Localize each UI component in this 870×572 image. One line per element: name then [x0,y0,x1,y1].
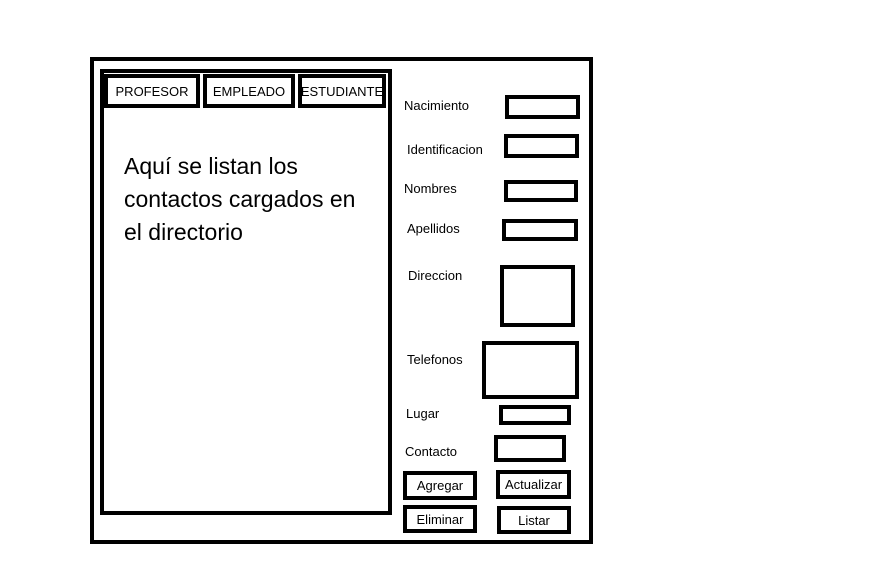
agregar-button[interactable]: Agregar [403,471,477,500]
lugar-label: Lugar [406,406,440,421]
tab-empleado[interactable]: EMPLEADO [203,74,295,108]
eliminar-button[interactable]: Eliminar [403,505,477,533]
tab-profesor[interactable]: PROFESOR [104,74,200,108]
contact-list-panel [100,69,392,515]
apellidos-field[interactable] [502,219,578,241]
identificacion-field[interactable] [504,134,579,158]
direccion-field[interactable] [500,265,575,327]
listar-button[interactable]: Listar [497,506,571,534]
direccion-label: Direccion [408,268,463,283]
contacto-field[interactable] [494,435,566,462]
nacimiento-field[interactable] [505,95,580,119]
lugar-field[interactable] [499,405,571,425]
nombres-field[interactable] [504,180,578,202]
contacto-label: Contacto [405,444,458,459]
telefonos-label: Telefonos [407,352,463,367]
contact-list-placeholder: Aquí se listan los contactos cargados en… [124,153,356,245]
identificacion-label: Identificacion [407,142,483,157]
nacimiento-label: Nacimiento [404,98,470,113]
telefonos-field[interactable] [482,341,579,399]
apellidos-label: Apellidos [407,221,460,236]
actualizar-button[interactable]: Actualizar [496,470,571,499]
tab-estudiante[interactable]: ESTUDIANTE [298,74,386,108]
nombres-label: Nombres [404,181,457,196]
